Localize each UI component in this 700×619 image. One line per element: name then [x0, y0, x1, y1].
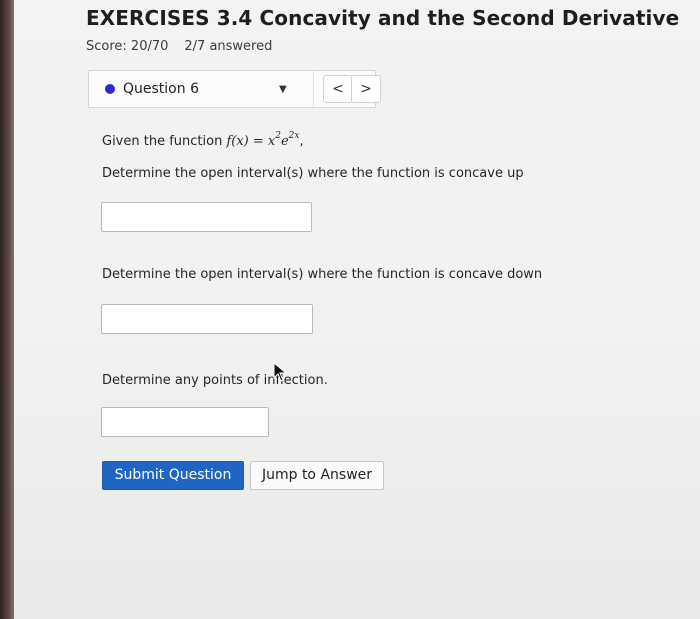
score-line: Score: 20/70 2/7 answered	[86, 39, 272, 54]
submit-question-button[interactable]: Submit Question	[102, 461, 244, 490]
question-label: Question 6	[123, 81, 199, 97]
prompt-inflection: Determine any points of inflection.	[102, 373, 328, 388]
prompt-concave-up: Determine the open interval(s) where the…	[102, 166, 524, 181]
exponent-2: 2x	[288, 131, 300, 141]
function-base-e: e	[280, 134, 289, 149]
divider	[313, 71, 314, 107]
mouse-pointer-icon	[273, 362, 287, 382]
caret-down-icon[interactable]: ▼	[279, 84, 287, 95]
jump-to-answer-button[interactable]: Jump to Answer	[250, 461, 384, 490]
function-expression: f(x) = x2e2x	[226, 131, 300, 149]
next-question-button[interactable]: >	[351, 75, 381, 103]
function-lhs: f(x) = x	[226, 134, 276, 149]
question-statement: Given the function f(x) = x2e2x,	[102, 131, 304, 149]
given-prefix: Given the function	[102, 134, 227, 149]
concave-up-answer-input[interactable]	[101, 202, 312, 232]
given-suffix: ,	[299, 134, 304, 149]
answered-count: 2/7 answered	[184, 39, 273, 54]
previous-question-button[interactable]: <	[323, 75, 353, 103]
score-text: Score: 20/70	[86, 39, 169, 54]
page-title: EXERCISES 3.4 Concavity and the Second D…	[86, 6, 680, 30]
page: EXERCISES 3.4 Concavity and the Second D…	[14, 0, 700, 619]
concave-down-answer-input[interactable]	[101, 304, 313, 334]
question-selector[interactable]: Question 6 ▼ < >	[88, 70, 381, 108]
question-status-dot-icon	[105, 84, 115, 94]
inflection-answer-input[interactable]	[101, 407, 269, 437]
device-bezel	[0, 0, 14, 619]
prompt-concave-down: Determine the open interval(s) where the…	[102, 267, 543, 282]
